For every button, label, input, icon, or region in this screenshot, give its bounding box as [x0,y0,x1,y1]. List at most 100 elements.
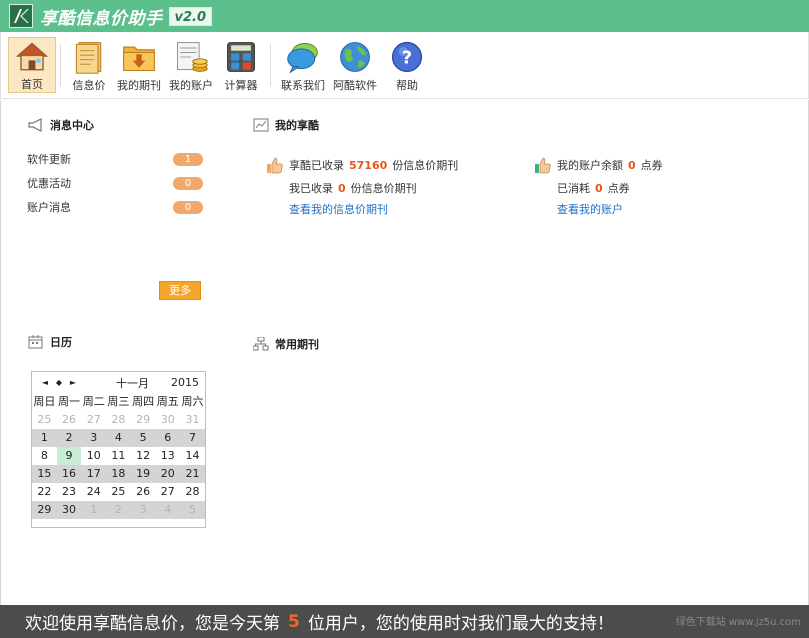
main-content: 消息中心 软件更新 1 优惠活动 0 账户消息 0 更多 我的享酷 享酷已收录 … [0,100,809,605]
calendar-day[interactable]: 16 [57,465,82,483]
calendar-day[interactable]: 31 [180,411,205,429]
calendar-day[interactable]: 10 [81,447,106,465]
calendar-day[interactable]: 1 [32,429,57,447]
balance-prefix: 我的账户余额 [557,159,623,172]
message-center-title: 消息中心 [50,119,94,132]
message-label: 优惠活动 [27,177,71,190]
calendar-day[interactable]: 3 [81,429,106,447]
weekday-label: 周六 [181,395,204,408]
calendar-day[interactable]: 20 [155,465,180,483]
weekday-label: 周四 [132,395,155,408]
calendar-day[interactable]: 15 [32,465,57,483]
calendar-week-row: 15 16 17 18 19 20 21 [32,465,205,483]
toolbar-aku-software-button[interactable]: 阿酷软件 [331,37,379,93]
calendar-day[interactable]: 5 [180,501,205,519]
mine-suffix: 份信息价期刊 [350,182,417,195]
calendar-day[interactable]: 11 [106,447,131,465]
calendar-header: 日历 [28,334,72,350]
calendar-day[interactable]: 27 [155,483,180,501]
calendar-day[interactable]: 12 [131,447,156,465]
calendar-next-button[interactable]: ► [66,378,80,387]
toolbar-home-button[interactable]: 首页 [8,37,56,93]
calendar-day[interactable]: 14 [180,447,205,465]
help-icon: ? [391,41,423,73]
thumbs-up-icon [535,157,551,174]
calendar-day[interactable]: 26 [57,411,82,429]
weekday-label: 周二 [82,395,105,408]
document-icon [75,42,102,74]
calendar-day[interactable]: 8 [32,447,57,465]
calculator-icon [227,42,255,72]
calendar-day[interactable]: 13 [155,447,180,465]
toolbar-label: 信息价 [72,79,106,92]
balance-count: 0 [628,158,636,172]
calendar-day[interactable]: 4 [106,429,131,447]
welcome-status-bar: 欢迎使用享酷信息价，您是今天第 5 位用户，您的使用时对我们最大的支持！ 绿色下… [0,605,809,638]
calendar-day[interactable]: 28 [106,411,131,429]
calendar-nav: ◄ ◆ ► 十一月 2015 [32,372,205,393]
toolbar-label: 帮助 [396,79,418,92]
toolbar-contact-button[interactable]: 联系我们 [279,37,327,93]
more-messages-button[interactable]: 更多 [159,281,201,300]
calendar-day[interactable]: 3 [131,501,156,519]
globe-icon [340,42,370,72]
calendar-day[interactable]: 18 [106,465,131,483]
calendar-day[interactable]: 26 [131,483,156,501]
app-title: 享酷信息价助手 [40,8,163,29]
calendar-prev-button[interactable]: ◄ [38,378,52,387]
message-row-promotions[interactable]: 优惠活动 0 [27,175,203,191]
calendar-day[interactable]: 4 [155,501,180,519]
calendar-day[interactable]: 5 [131,429,156,447]
toolbar-divider [270,44,271,86]
spent-suffix: 点券 [607,182,630,195]
calendar-day[interactable]: 6 [155,429,180,447]
view-my-journals-link[interactable]: 查看我的信息价期刊 [289,201,388,217]
view-my-account-link[interactable]: 查看我的账户 [557,201,623,217]
calendar-day[interactable]: 1 [81,501,106,519]
toolbar-label: 我的账户 [169,79,213,92]
balance-stat: 我的账户余额 0 点券 [534,156,663,174]
toolbar-help-button[interactable]: ? 帮助 [383,37,431,93]
calendar-day[interactable]: 25 [106,483,131,501]
toolbar-label: 阿酷软件 [333,79,377,92]
calendar-today-button[interactable]: ◆ [52,378,66,387]
calendar-day[interactable]: 24 [81,483,106,501]
home-icon [15,42,49,71]
toolbar-info-price-button[interactable]: 信息价 [65,37,113,93]
toolbar-label: 我的期刊 [117,79,161,92]
toolbar-label: 联系我们 [281,79,325,92]
calendar-day[interactable]: 21 [180,465,205,483]
site-watermark: 绿色下载站 www.jz5u.com [675,617,801,628]
calendar-day[interactable]: 25 [32,411,57,429]
message-count-badge: 0 [173,200,203,214]
calendar-day[interactable]: 7 [180,429,205,447]
title-bar: 享酷信息价助手 v2.0 [0,0,809,32]
toolbar-my-journals-button[interactable]: 我的期刊 [115,37,163,93]
calendar-weekday-row: 周日 周一 周二 周三 周四 周五 周六 [32,393,205,411]
calendar-day[interactable]: 30 [155,411,180,429]
calendar-day[interactable]: 27 [81,411,106,429]
common-journals-title: 常用期刊 [275,338,319,351]
calendar-day[interactable]: 2 [106,501,131,519]
calendar-day[interactable]: 30 [57,501,82,519]
weekday-label: 周日 [33,395,56,408]
message-row-software-update[interactable]: 软件更新 1 [27,151,203,167]
calendar-day[interactable]: 2 [57,429,82,447]
calendar-day[interactable]: 17 [81,465,106,483]
collected-suffix: 份信息价期刊 [392,159,459,172]
svg-text:?: ? [402,47,412,68]
calendar-day[interactable]: 22 [32,483,57,501]
message-row-account[interactable]: 账户消息 0 [27,199,203,215]
calendar-day[interactable]: 28 [180,483,205,501]
calendar-day[interactable]: 23 [57,483,82,501]
toolbar-my-account-button[interactable]: 我的账户 [167,37,215,93]
spent-stat: 已消耗 0 点券 [557,180,630,196]
calendar-day[interactable]: 29 [32,501,57,519]
mine-count: 0 [338,181,346,195]
calendar-day[interactable]: 19 [131,465,156,483]
calendar-day-today[interactable]: 9 [56,447,82,465]
calendar-day[interactable]: 29 [131,411,156,429]
toolbar-calculator-button[interactable]: 计算器 [217,37,265,93]
toolbar-label: 首页 [21,78,43,91]
app-logo-icon [9,4,33,28]
